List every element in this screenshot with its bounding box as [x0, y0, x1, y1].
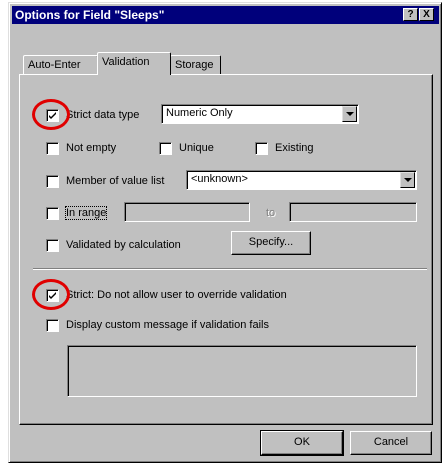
- tab-label: Validation: [102, 56, 150, 68]
- title-bar[interactable]: Options for Field "Sleeps" ? X: [12, 6, 439, 24]
- dialog-title: Options for Field "Sleeps": [15, 8, 165, 22]
- tab-label: Auto-Enter: [28, 59, 81, 71]
- close-button[interactable]: X: [419, 8, 434, 21]
- tab-label: Storage: [175, 59, 214, 71]
- ok-button[interactable]: OK: [261, 431, 343, 455]
- tab-storage[interactable]: Storage: [170, 55, 221, 75]
- tab-validation[interactable]: Validation: [97, 52, 171, 75]
- validation-panel: [19, 74, 433, 425]
- field-options-dialog: Options for Field "Sleeps" ? X Auto-Ente…: [8, 2, 442, 463]
- tab-auto-enter[interactable]: Auto-Enter: [23, 55, 98, 75]
- help-button[interactable]: ?: [403, 8, 418, 21]
- cancel-button[interactable]: Cancel: [350, 431, 432, 455]
